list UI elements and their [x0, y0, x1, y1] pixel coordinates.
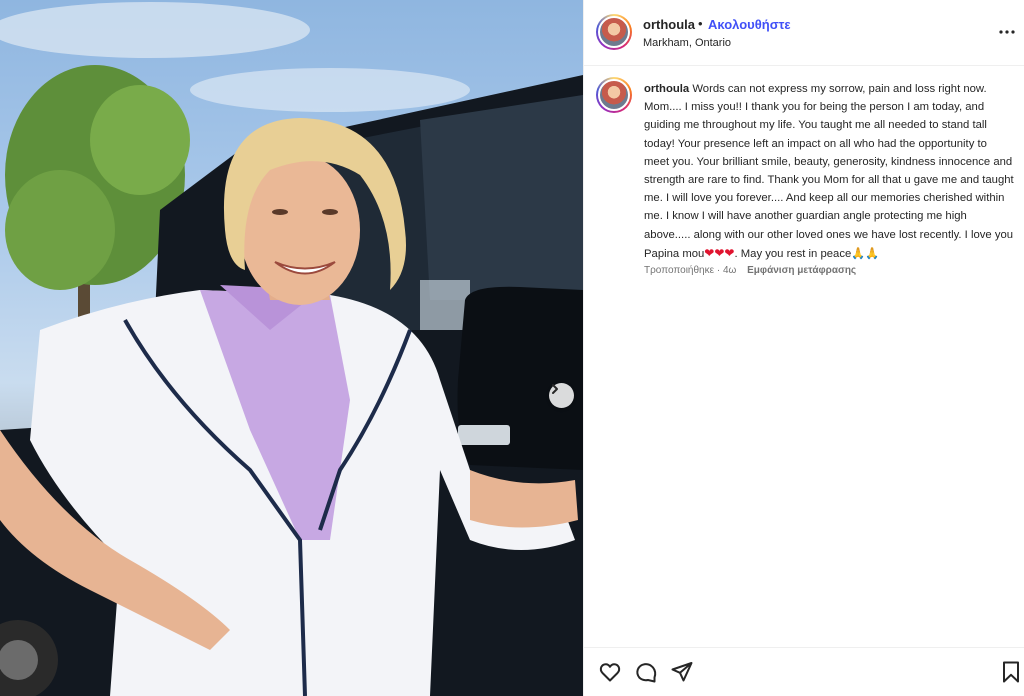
- post-photo[interactable]: [0, 0, 583, 696]
- follow-button[interactable]: Ακολουθήστε: [708, 17, 791, 32]
- separator-dot: •: [698, 16, 703, 31]
- comment-icon: [636, 663, 657, 683]
- avatar[interactable]: [596, 14, 632, 50]
- caption-username[interactable]: orthoula: [644, 83, 689, 95]
- see-translation-button[interactable]: Εμφάνιση μετάφρασης: [747, 265, 856, 276]
- next-photo-button[interactable]: [549, 383, 574, 408]
- like-button[interactable]: [598, 660, 622, 684]
- bookmark-icon: [1003, 661, 1019, 683]
- send-icon: [671, 662, 693, 682]
- caption-text: Words can not express my sorrow, pain an…: [644, 83, 1014, 260]
- username-link[interactable]: orthoula: [643, 17, 695, 32]
- caption-hearts: ❤❤❤: [704, 245, 735, 260]
- meta-dot: ·: [716, 265, 721, 276]
- save-button[interactable]: [1001, 660, 1024, 684]
- caption-text-end: . May you rest in peace: [734, 247, 852, 260]
- post-age[interactable]: 4ω: [723, 265, 736, 276]
- heart-icon: [599, 663, 621, 682]
- comment-button[interactable]: [634, 660, 658, 684]
- more-options-button[interactable]: [997, 22, 1017, 42]
- share-button[interactable]: [670, 660, 694, 684]
- more-icon: [999, 30, 1015, 34]
- caption-emoji: 🙏🙏: [851, 247, 880, 260]
- edited-label: Τροποποιήθηκε: [644, 265, 715, 276]
- photo-illustration: [0, 2, 583, 696]
- action-bar: [584, 647, 1024, 696]
- post-header: orthoula • Ακολουθήστε Markham, Ontario: [584, 0, 1024, 66]
- post-side-panel: orthoula • Ακολουθήστε Markham, Ontario …: [583, 0, 1024, 696]
- post-caption: orthoula Words can not express my sorrow…: [644, 80, 1014, 263]
- location-link[interactable]: Markham, Ontario: [643, 37, 731, 49]
- chevron-right-icon: [552, 384, 558, 394]
- caption-meta: Τροποποιήθηκε · 4ω Εμφάνιση μετάφρασης: [644, 265, 856, 276]
- caption-avatar[interactable]: [596, 77, 632, 113]
